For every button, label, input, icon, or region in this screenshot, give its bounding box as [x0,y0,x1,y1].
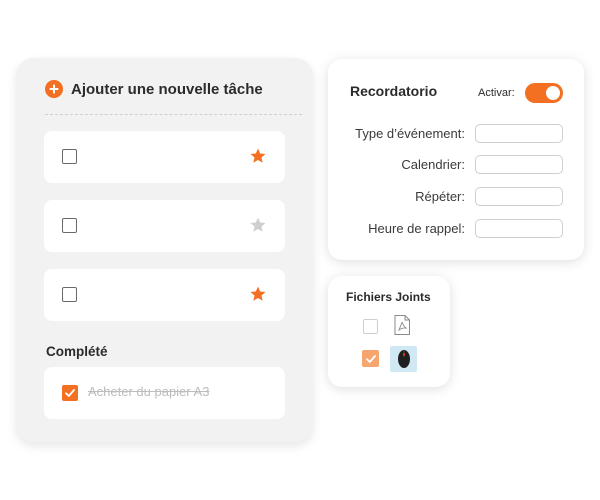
checkmark-icon [365,354,376,363]
reminder-panel: Recordatorio Activar: Type d’événement: … [328,59,584,260]
pdf-file-icon[interactable] [391,314,413,336]
repeat-input[interactable] [475,187,563,206]
add-task-label: Ajouter une nouvelle tâche [71,80,263,98]
task-item [44,269,285,321]
task-checkbox[interactable] [62,149,77,164]
attachments-panel: Fichiers Joints [328,276,450,387]
star-icon[interactable] [249,147,267,165]
reminder-time-input[interactable] [475,219,563,238]
star-icon[interactable] [249,285,267,303]
repeat-label: Répéter: [415,189,465,204]
event-type-input[interactable] [475,124,563,143]
reminder-time-label: Heure de rappel: [368,221,465,236]
add-task-button[interactable]: Ajouter une nouvelle tâche [45,80,263,98]
event-type-label: Type d’événement: [355,126,465,141]
attachment-checkbox-checked[interactable] [362,350,379,367]
divider [45,114,302,115]
task-checkbox[interactable] [62,218,77,233]
event-type-row: Type d’événement: [328,124,584,144]
task-item [44,200,285,252]
computer-mouse-icon [397,350,410,368]
calendar-row: Calendrier: [328,155,584,175]
calendar-label: Calendrier: [401,157,465,172]
mouse-image-thumbnail[interactable] [390,346,417,372]
attachment-checkbox[interactable] [363,319,378,334]
activate-label: Activar: [478,87,515,99]
completed-task-item: Acheter du papier A3 [44,367,285,419]
attachments-title: Fichiers Joints [346,290,431,304]
task-checkbox[interactable] [62,287,77,302]
repeat-row: Répéter: [328,187,584,207]
plus-circle-icon [45,80,63,98]
reminder-title: Recordatorio [350,83,438,99]
calendar-input[interactable] [475,155,563,174]
reminder-time-row: Heure de rappel: [328,219,584,239]
checkmark-icon [65,389,75,397]
activate-toggle[interactable] [525,83,563,103]
task-item [44,131,285,183]
task-panel: Ajouter une nouvelle tâche Complété Ache… [16,58,313,442]
star-outline-icon[interactable] [249,216,267,234]
checked-checkbox[interactable] [62,385,78,401]
completed-task-label: Acheter du papier A3 [88,384,210,399]
completed-heading: Complété [46,344,108,359]
toggle-knob [546,86,560,100]
